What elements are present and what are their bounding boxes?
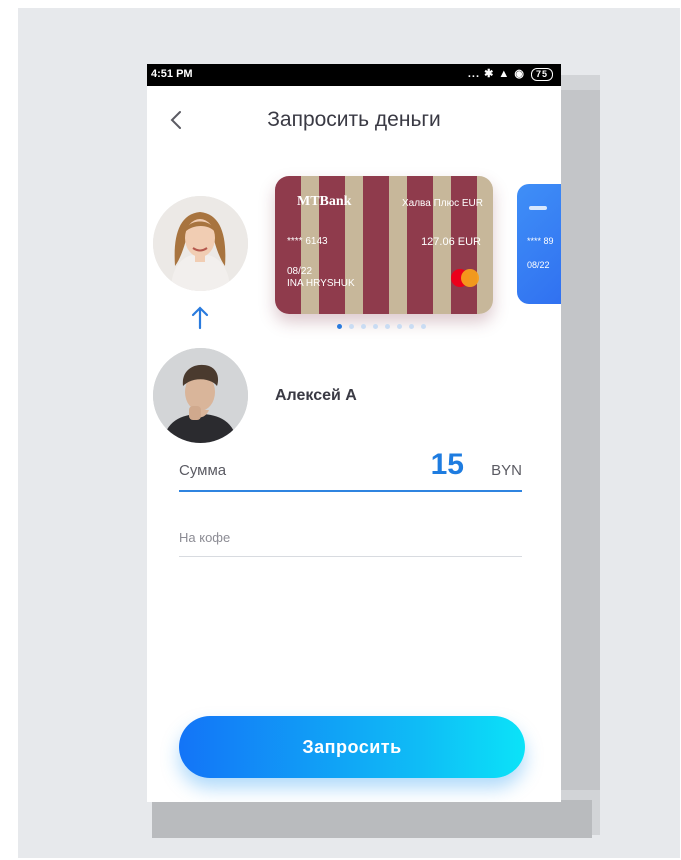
- card-masked-number: **** 6143: [287, 236, 328, 247]
- card-expiry: 08/22: [527, 260, 550, 270]
- mastercard-icon: [451, 269, 479, 287]
- carousel-dot[interactable]: [397, 324, 402, 329]
- card-product-name: Халва Плюс EUR: [401, 198, 483, 209]
- carousel-dot[interactable]: [421, 324, 426, 329]
- card-holder: INA HRYSHUK: [287, 278, 355, 289]
- request-button[interactable]: Запросить: [179, 716, 525, 778]
- status-bar: 4:51 PM ... ✱ ▲ ◉ 75: [147, 64, 561, 86]
- sender-avatar[interactable]: [153, 196, 248, 291]
- amount-value[interactable]: 15: [431, 448, 464, 482]
- signal-wifi-icon: ... ✱ ▲ ◉: [467, 68, 525, 80]
- card-balance: 127.06 EUR: [421, 236, 481, 248]
- phone-screen: 4:51 PM ... ✱ ▲ ◉ 75 Запросить деньги MT…: [147, 64, 561, 802]
- card-bank-logo: [529, 206, 547, 210]
- card-masked-number: **** 89: [527, 236, 554, 246]
- phone-shadow-bottom: [152, 800, 592, 838]
- status-time: 4:51 PM: [151, 68, 193, 80]
- carousel-pagination[interactable]: [337, 324, 426, 329]
- recipient-avatar[interactable]: [153, 348, 248, 443]
- amount-input[interactable]: Сумма 15 BYN: [179, 448, 522, 492]
- payment-card-secondary[interactable]: **** 89 08/22: [517, 184, 561, 304]
- carousel-dot[interactable]: [361, 324, 366, 329]
- carousel-dot[interactable]: [337, 324, 342, 329]
- amount-label: Сумма: [179, 462, 227, 479]
- phone-shadow-side: [560, 90, 600, 790]
- status-icons: ... ✱ ▲ ◉ 75: [468, 67, 553, 81]
- carousel-dot[interactable]: [349, 324, 354, 329]
- man-avatar-icon: [153, 348, 248, 443]
- arrow-up-icon: [191, 306, 209, 330]
- amount-currency: BYN: [491, 462, 522, 479]
- woman-avatar-icon: [153, 196, 248, 291]
- recipient-name: Алексей А: [275, 387, 357, 404]
- battery-icon: 75: [530, 68, 553, 81]
- card-bank-name: MTBank: [297, 194, 352, 209]
- comment-placeholder: На кофе: [179, 530, 231, 545]
- comment-input[interactable]: На кофе: [179, 522, 522, 557]
- page-title: Запросить деньги: [267, 108, 441, 131]
- payment-card-mtbank[interactable]: MTBank Халва Плюс EUR **** 6143 127.06 E…: [275, 176, 493, 314]
- carousel-dot[interactable]: [409, 324, 414, 329]
- card-expiry: 08/22: [287, 266, 313, 277]
- carousel-dot[interactable]: [385, 324, 390, 329]
- carousel-dot[interactable]: [373, 324, 378, 329]
